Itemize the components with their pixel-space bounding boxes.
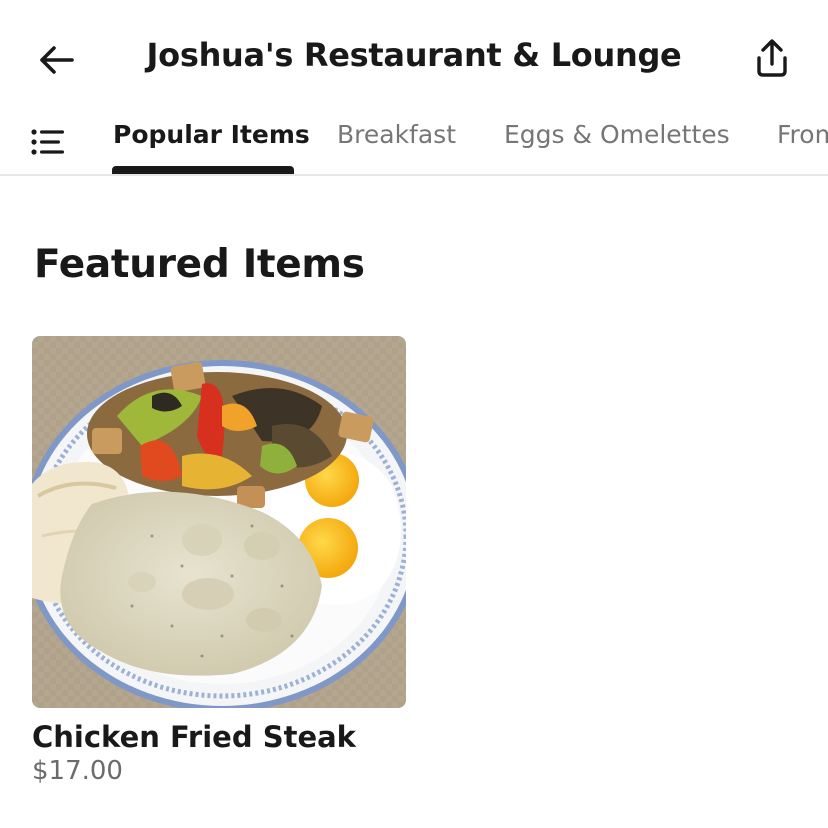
tab-eggs-omelettes[interactable]: Eggs & Omelettes xyxy=(504,120,730,149)
active-tab-indicator xyxy=(112,166,294,174)
featured-items-heading: Featured Items xyxy=(34,242,365,287)
chicken-fried-steak-photo xyxy=(32,336,406,708)
arrow-left-icon xyxy=(40,46,74,74)
list-menu-icon xyxy=(31,129,64,155)
share-button[interactable] xyxy=(750,36,794,80)
top-nav-bar: Joshua's Restaurant & Lounge xyxy=(0,0,828,112)
tab-breakfast[interactable]: Breakfast xyxy=(337,120,456,149)
featured-item-card[interactable]: Chicken Fried Steak $17.00 xyxy=(32,336,406,786)
page-title: Joshua's Restaurant & Lounge xyxy=(146,36,682,74)
item-name: Chicken Fried Steak xyxy=(32,720,356,754)
item-price: $17.00 xyxy=(32,756,123,786)
share-icon xyxy=(757,39,787,77)
back-button[interactable] xyxy=(36,40,76,80)
tab-from[interactable]: From xyxy=(777,120,828,149)
category-tabs: Popular Items Breakfast Eggs & Omelettes… xyxy=(0,108,828,176)
category-menu-button[interactable] xyxy=(28,124,68,160)
tab-popular-items[interactable]: Popular Items xyxy=(113,120,310,149)
